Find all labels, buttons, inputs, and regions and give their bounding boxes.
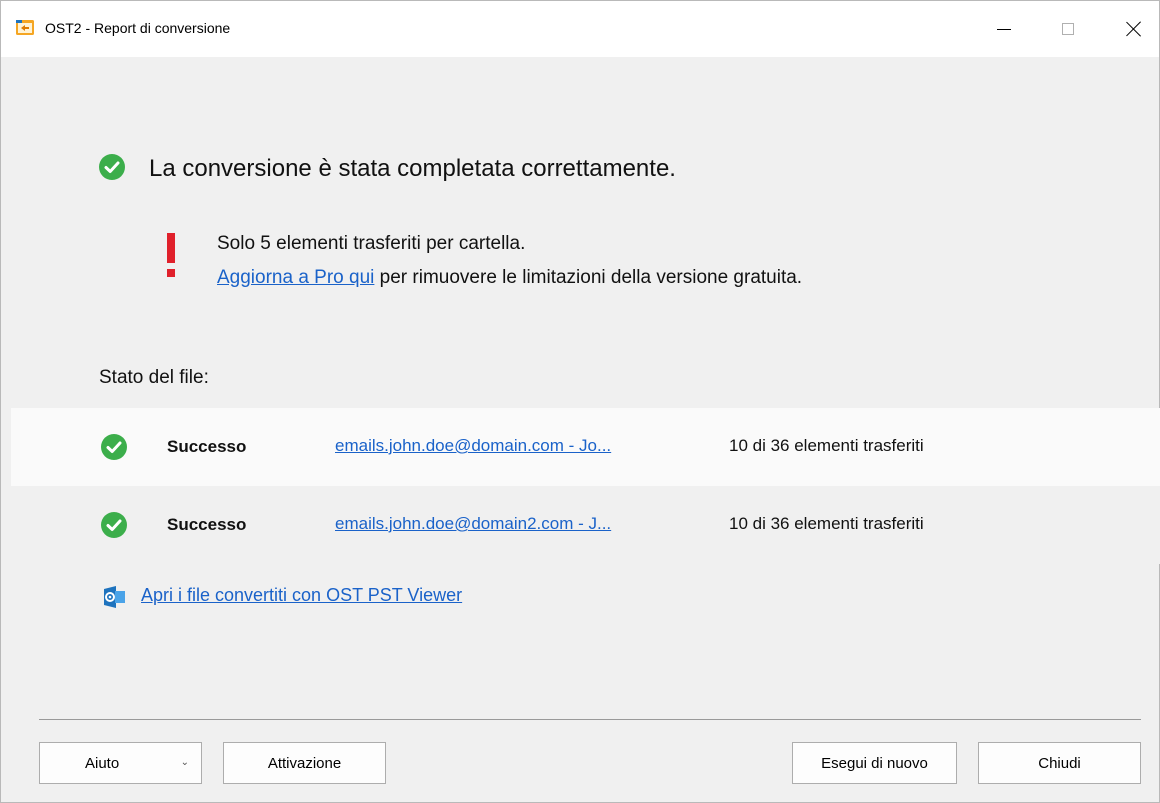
headline: La conversione è stata completata corret… <box>149 155 676 182</box>
minimize-button[interactable] <box>981 1 1027 57</box>
footer-divider <box>39 719 1141 720</box>
upgrade-message-rest: per rimuovere le limitazioni della versi… <box>374 267 803 288</box>
chevron-down-icon: ⌄ <box>180 757 189 768</box>
transfer-count: 10 di 36 elementi trasferiti <box>729 514 924 533</box>
file-link[interactable]: emails.john.doe@domain.com - Jo... <box>335 436 611 456</box>
upgrade-link[interactable]: Aggiorna a Pro qui <box>217 267 374 288</box>
run-again-button[interactable]: Esegui di nuovo <box>792 742 957 784</box>
check-circle-icon <box>99 154 125 180</box>
maximize-icon <box>1062 23 1074 35</box>
maximize-button[interactable] <box>1045 1 1091 57</box>
transfer-count: 10 di 36 elementi trasferiti <box>729 436 924 455</box>
title-bar[interactable]: OST2 - Report di conversione <box>1 1 1159 57</box>
outlook-viewer-icon[interactable] <box>101 585 127 609</box>
open-viewer-link[interactable]: Apri i file convertiti con OST PST Viewe… <box>141 585 462 606</box>
close-icon <box>1126 21 1142 37</box>
file-link[interactable]: emails.john.doe@domain2.com - J... <box>335 514 611 534</box>
window-title: OST2 - Report di conversione <box>45 20 231 36</box>
file-status: Successo <box>167 437 247 456</box>
file-status-label: Stato del file: <box>99 367 209 388</box>
file-status: Successo <box>167 515 247 534</box>
app-icon <box>16 20 34 35</box>
exclamation-icon <box>167 233 175 277</box>
help-button-label: Aiuto <box>85 755 120 772</box>
close-window-button[interactable] <box>1111 1 1157 57</box>
conversion-report-window: OST2 - Report di conversione La conversi… <box>0 0 1160 803</box>
file-row: Successo emails.john.doe@domain.com - Jo… <box>11 408 1160 486</box>
activation-button[interactable]: Attivazione <box>223 742 386 784</box>
minimize-icon <box>997 28 1011 30</box>
check-circle-icon <box>101 512 127 538</box>
close-button[interactable]: Chiudi <box>978 742 1141 784</box>
upgrade-message: Aggiorna a Pro qui per rimuovere le limi… <box>217 267 802 289</box>
check-circle-icon <box>101 434 127 460</box>
file-row: Successo emails.john.doe@domain2.com - J… <box>11 486 1160 564</box>
limit-message: Solo 5 elementi trasferiti per cartella. <box>217 233 526 254</box>
help-dropdown-button[interactable]: Aiuto ⌄ <box>39 742 202 784</box>
